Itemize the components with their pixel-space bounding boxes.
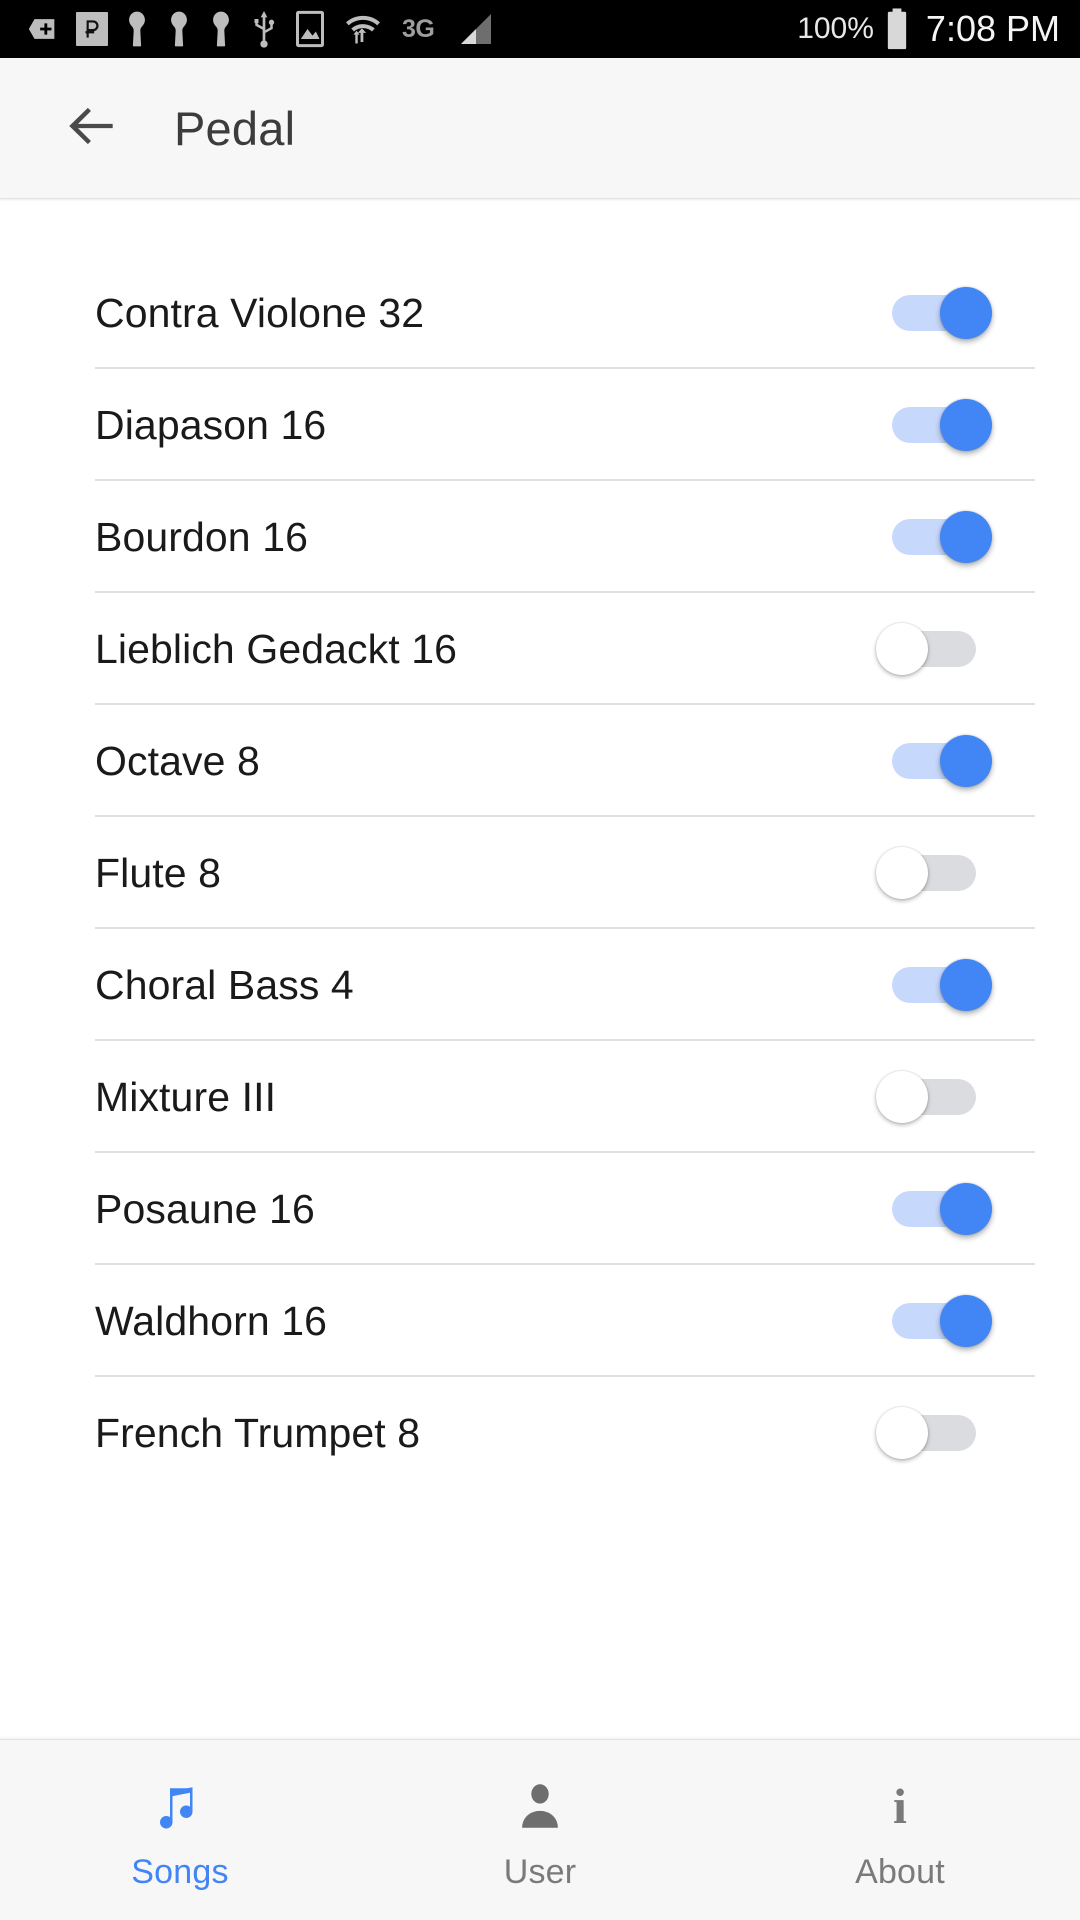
stop-toggle-switch[interactable] <box>876 623 992 675</box>
list-top-spacer <box>0 199 1080 257</box>
music-note-icon <box>150 1775 210 1837</box>
key-icon <box>124 10 150 48</box>
stop-name-label: Flute 8 <box>95 849 222 896</box>
page-title: Pedal <box>174 101 296 155</box>
network-type-label: 3G <box>402 14 435 43</box>
list-item[interactable]: Diapason 16 <box>0 369 1080 481</box>
switch-thumb <box>940 735 992 787</box>
stop-toggle-switch[interactable] <box>876 1183 992 1235</box>
wifi-data-icon <box>342 8 384 50</box>
nav-tab-user[interactable]: User <box>360 1769 720 1892</box>
list-item[interactable]: Bourdon 16 <box>0 481 1080 593</box>
list-item[interactable]: Octave 8 <box>0 705 1080 817</box>
status-bar-clock: 7:08 PM <box>925 8 1060 49</box>
battery-full-icon <box>884 7 910 51</box>
usb-icon <box>250 9 278 49</box>
person-icon <box>511 1775 569 1837</box>
battery-percent-label: 100% <box>797 12 874 45</box>
key-icon <box>166 10 192 48</box>
switch-thumb <box>940 399 992 451</box>
nav-tab-label: User <box>503 1852 577 1891</box>
nav-tab-songs[interactable]: Songs <box>0 1769 360 1892</box>
switch-thumb <box>940 1295 992 1347</box>
pesos-badge-icon <box>76 12 108 46</box>
stop-toggle-switch[interactable] <box>876 1407 992 1459</box>
stop-toggle-switch[interactable] <box>876 1071 992 1123</box>
stop-name-label: Bourdon 16 <box>95 513 309 560</box>
add-shape-icon <box>26 12 60 46</box>
switch-thumb <box>876 1407 928 1459</box>
key-icon <box>208 10 234 48</box>
arrow-back-icon <box>61 95 123 162</box>
stop-toggle-switch[interactable] <box>876 399 992 451</box>
switch-thumb <box>876 623 928 675</box>
signal-bars-icon <box>456 9 496 49</box>
stop-name-label: Contra Violone 32 <box>95 289 425 336</box>
stop-toggle-switch[interactable] <box>876 847 992 899</box>
list-item[interactable]: Flute 8 <box>0 817 1080 929</box>
list-item[interactable]: Waldhorn 16 <box>0 1265 1080 1377</box>
status-bar-system-info: 100% 7:08 PM <box>797 7 1060 51</box>
switch-thumb <box>940 959 992 1011</box>
stop-toggle-switch[interactable] <box>876 511 992 563</box>
stop-name-label: Diapason 16 <box>95 401 327 448</box>
status-bar: 3G 100% 7:08 PM <box>0 0 1080 58</box>
stop-name-label: Mixture III <box>95 1073 277 1120</box>
app-screen: 3G 100% 7:08 PM Pedal Contra Violone 32 … <box>0 0 1080 1920</box>
stop-name-label: Waldhorn 16 <box>95 1297 328 1344</box>
stop-name-label: Octave 8 <box>95 737 260 784</box>
nav-tab-label: About <box>855 1852 945 1891</box>
list-item[interactable]: Choral Bass 4 <box>0 929 1080 1041</box>
status-bar-notification-icons: 3G <box>26 8 797 50</box>
list-item[interactable]: Mixture III <box>0 1041 1080 1153</box>
switch-thumb <box>940 511 992 563</box>
list-item[interactable]: Posaune 16 <box>0 1153 1080 1265</box>
stop-toggle-switch[interactable] <box>876 959 992 1011</box>
image-icon <box>294 9 326 49</box>
stop-name-label: Lieblich Gedackt 16 <box>95 625 458 672</box>
switch-thumb <box>940 287 992 339</box>
list-item[interactable]: Lieblich Gedackt 16 <box>0 593 1080 705</box>
switch-thumb <box>876 847 928 899</box>
info-icon: i <box>893 1777 907 1834</box>
list-item[interactable]: French Trumpet 8 <box>0 1377 1080 1489</box>
switch-thumb <box>940 1183 992 1235</box>
stop-name-label: Posaune 16 <box>95 1185 315 1232</box>
switch-thumb <box>876 1071 928 1123</box>
list-item[interactable]: Contra Violone 32 <box>0 257 1080 369</box>
back-button[interactable] <box>56 92 128 164</box>
nav-tab-label: Songs <box>131 1852 229 1891</box>
stop-toggle-switch[interactable] <box>876 1295 992 1347</box>
stop-toggle-switch[interactable] <box>876 287 992 339</box>
stop-toggle-switch[interactable] <box>876 735 992 787</box>
bottom-navigation-bar: Songs User i About <box>0 1739 1080 1920</box>
stop-list[interactable]: Contra Violone 32 Diapason 16 Bourdon 16 <box>0 199 1080 1739</box>
app-bar: Pedal <box>0 58 1080 199</box>
stop-name-label: French Trumpet 8 <box>95 1409 421 1456</box>
stop-name-label: Choral Bass 4 <box>95 961 354 1008</box>
nav-tab-about[interactable]: i About <box>720 1769 1080 1892</box>
